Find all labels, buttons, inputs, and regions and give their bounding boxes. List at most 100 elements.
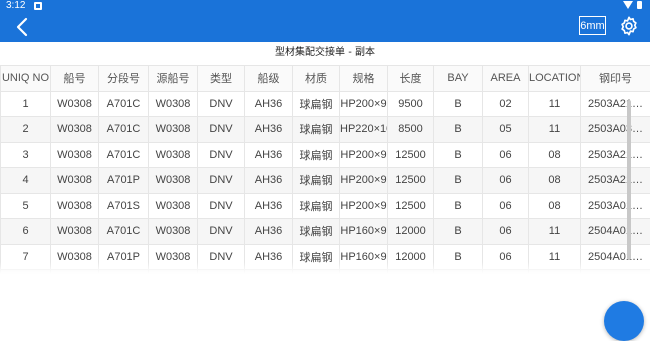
table-cell: A701S (99, 193, 149, 219)
table-cell: AH36 (245, 142, 293, 168)
table-cell: W0308 (51, 91, 99, 117)
table-cell: A701P (99, 168, 149, 194)
table-cell: 11 (529, 219, 581, 245)
notification-icon (34, 2, 42, 10)
data-table: UNIQ NO船号分段号源船号类型船级材质规格长度BAYAREALOCATION… (0, 65, 650, 296)
table-cell: 4 (1, 168, 51, 194)
table-cell: W0308 (149, 168, 198, 194)
table-cell: 12500 (388, 168, 434, 194)
table-cell: DNV (198, 193, 245, 219)
column-header[interactable]: 长度 (388, 66, 434, 92)
table-cell: 06 (483, 193, 529, 219)
column-header[interactable]: 船级 (245, 66, 293, 92)
table-cell: HP200×9 (340, 193, 388, 219)
table-cell: 11 (529, 117, 581, 143)
table-cell: 2503A21… (581, 142, 650, 168)
table-cell: 8500 (388, 117, 434, 143)
table-cell: HP160×9 (340, 219, 388, 245)
column-header[interactable]: 源船号 (149, 66, 198, 92)
table-cell: 球扁钢 (293, 193, 340, 219)
table-cell: W0308 (51, 219, 99, 245)
table-cell: 2503A21… (581, 91, 650, 117)
table-cell: DNV (198, 168, 245, 194)
column-header[interactable]: 船号 (51, 66, 99, 92)
floating-action-button[interactable] (604, 301, 644, 341)
table-cell: 05 (483, 117, 529, 143)
document-title: 型材集配交接单 - 副本 (0, 42, 650, 64)
table-cell: W0308 (149, 117, 198, 143)
table-fade (0, 262, 650, 274)
app-bar (0, 12, 650, 42)
table-row[interactable]: 5W0308A701SW0308DNVAH36球扁钢HP200×912500B0… (1, 193, 650, 219)
table-cell: 5 (1, 193, 51, 219)
table-cell: W0308 (51, 117, 99, 143)
table-cell: 球扁钢 (293, 142, 340, 168)
table-header-row: UNIQ NO船号分段号源船号类型船级材质规格长度BAYAREALOCATION… (1, 66, 650, 92)
table-cell: 12500 (388, 142, 434, 168)
table-cell: W0308 (149, 91, 198, 117)
arrow-back-icon (12, 16, 34, 38)
table-cell: 球扁钢 (293, 219, 340, 245)
table-cell: 3 (1, 142, 51, 168)
column-header[interactable]: LOCATION (529, 66, 581, 92)
table-row[interactable]: 2W0308A701CW0308DNVAH36球扁钢HP220×108500B0… (1, 117, 650, 143)
table-cell: B (434, 168, 483, 194)
table-cell: 02 (483, 91, 529, 117)
scrollbar-thumb[interactable] (627, 100, 631, 260)
table-cell: AH36 (245, 168, 293, 194)
table-cell: 2504A01… (581, 219, 650, 245)
table-cell: 6 (1, 219, 51, 245)
column-header[interactable]: 分段号 (99, 66, 149, 92)
table-cell: DNV (198, 219, 245, 245)
table-row[interactable]: 1W0308A701CW0308DNVAH36球扁钢HP200×99500B02… (1, 91, 650, 117)
column-header[interactable]: BAY (434, 66, 483, 92)
column-header[interactable]: 规格 (340, 66, 388, 92)
table-cell: 11 (529, 91, 581, 117)
table-cell: AH36 (245, 219, 293, 245)
status-indicators (623, 1, 642, 9)
table-cell: 9500 (388, 91, 434, 117)
wifi-icon (623, 1, 633, 9)
table-row[interactable]: 6W0308A701CW0308DNVAH36球扁钢HP160×912000B0… (1, 219, 650, 245)
table-cell: B (434, 142, 483, 168)
battery-icon (637, 1, 642, 9)
table-row[interactable]: 3W0308A701CW0308DNVAH36球扁钢HP200×912500B0… (1, 142, 650, 168)
column-header[interactable]: AREA (483, 66, 529, 92)
table-cell: B (434, 193, 483, 219)
table-cell: 球扁钢 (293, 91, 340, 117)
table-cell: 12000 (388, 219, 434, 245)
table-cell: W0308 (149, 193, 198, 219)
table-cell: DNV (198, 91, 245, 117)
table-cell: A701C (99, 219, 149, 245)
column-header[interactable]: 类型 (198, 66, 245, 92)
table-cell: B (434, 117, 483, 143)
back-button[interactable] (12, 16, 34, 38)
column-header[interactable]: 材质 (293, 66, 340, 92)
table-cell: AH36 (245, 91, 293, 117)
column-header[interactable]: UNIQ NO (1, 66, 51, 92)
table-cell: A701C (99, 142, 149, 168)
status-time: 3:12 (6, 0, 25, 12)
table-cell: HP220×10 (340, 117, 388, 143)
table-row[interactable]: 4W0308A701PW0308DNVAH36球扁钢HP200×912500B0… (1, 168, 650, 194)
table-cell: 2503A03… (581, 117, 650, 143)
table-cell: 1 (1, 91, 51, 117)
table-cell: B (434, 219, 483, 245)
table-cell: 06 (483, 168, 529, 194)
table-cell: 球扁钢 (293, 168, 340, 194)
column-header[interactable]: 钢印号 (581, 66, 650, 92)
table-cell: 06 (483, 142, 529, 168)
settings-button[interactable] (618, 15, 640, 37)
table-cell: W0308 (51, 168, 99, 194)
gear-icon (618, 15, 640, 37)
table-cell: HP200×9 (340, 168, 388, 194)
table-cell: HP200×9 (340, 142, 388, 168)
size-toggle-button[interactable]: 6mm (579, 16, 606, 35)
status-bar: 3:12 (0, 0, 650, 12)
bottom-area (0, 274, 650, 315)
table-cell: A701C (99, 91, 149, 117)
table-cell: A701C (99, 117, 149, 143)
table-cell: 2 (1, 117, 51, 143)
table-cell: AH36 (245, 117, 293, 143)
table-cell: 08 (529, 193, 581, 219)
